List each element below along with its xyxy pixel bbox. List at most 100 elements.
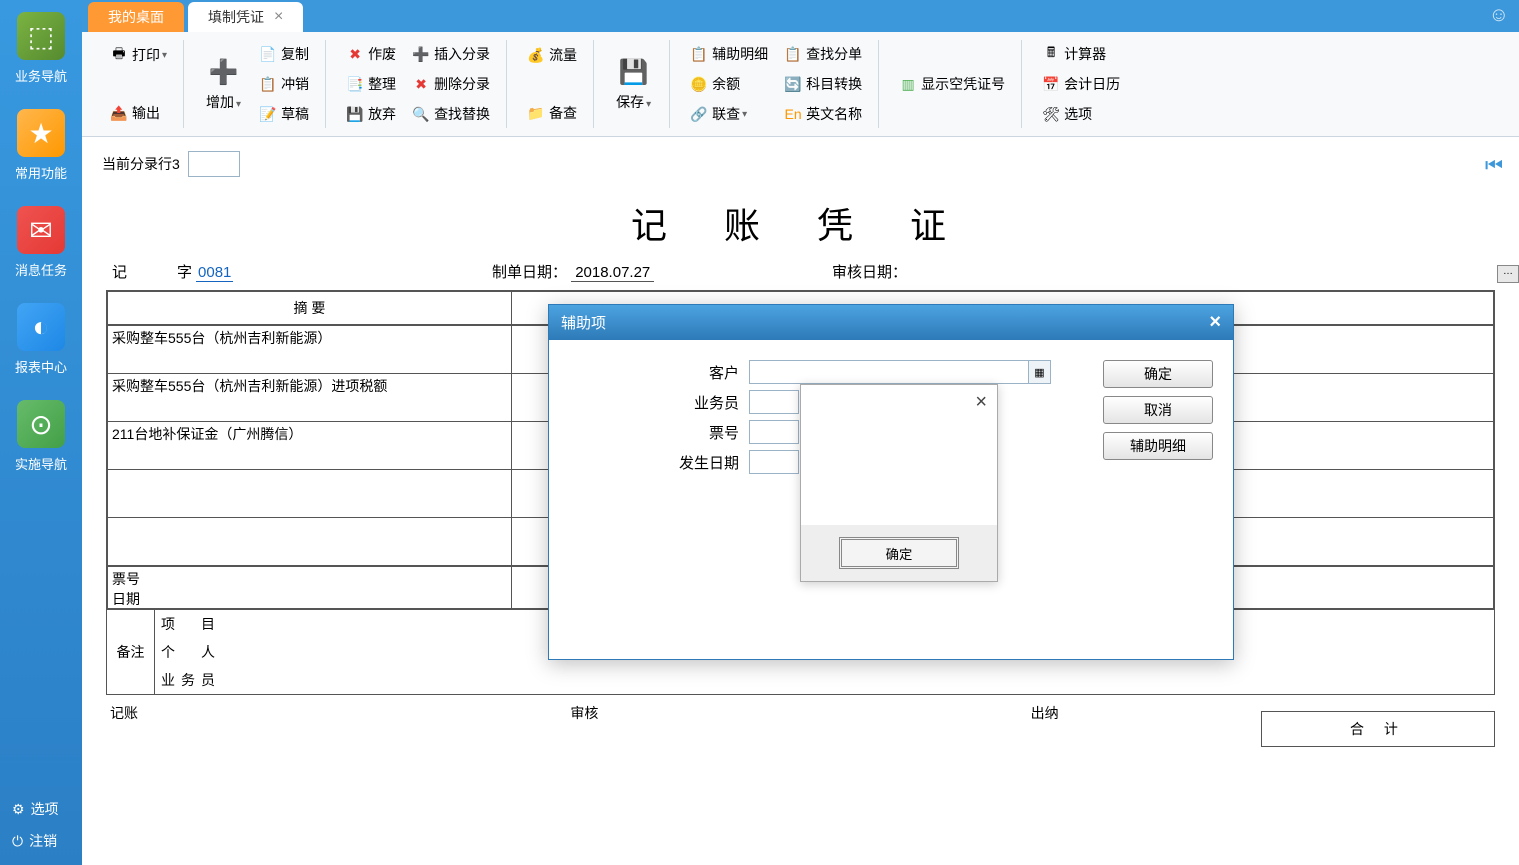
customer-picker-button[interactable]: ▦: [1029, 360, 1051, 384]
copy-button[interactable]: 📄复制: [251, 40, 317, 68]
salesman-label: 业务员: [569, 392, 749, 413]
col-summary-header: 摘 要: [108, 292, 512, 324]
chevron-down-icon: ▾: [742, 109, 747, 120]
insert-icon: ➕: [412, 45, 430, 63]
insert-entry-button[interactable]: ➕插入分录: [404, 40, 498, 68]
logout-button[interactable]: ⏻ 注销: [8, 825, 74, 857]
sidebar-item-implement[interactable]: ⊙ 实施导航: [0, 388, 82, 485]
void-icon: ✖: [346, 45, 364, 63]
tab-label: 我的桌面: [108, 7, 164, 27]
summary-cell[interactable]: 采购整车555台（杭州吉利新能源）: [108, 326, 512, 373]
salesman-input[interactable]: [749, 390, 799, 414]
nav-first-icon[interactable]: ⏮: [1485, 155, 1503, 178]
voucher-number[interactable]: 0081: [196, 264, 233, 282]
ticket-input[interactable]: [749, 420, 799, 444]
save-button[interactable]: 💾保存▾: [606, 50, 661, 118]
compass-icon: ⊙: [17, 400, 65, 448]
cancel-button[interactable]: 取消: [1103, 396, 1213, 424]
aux-detail-button[interactable]: 辅助明细: [1103, 432, 1213, 460]
calculator-button[interactable]: 🖩计算器: [1034, 40, 1128, 68]
close-icon[interactable]: ×: [1209, 311, 1221, 334]
options-button[interactable]: ⚙ 选项: [8, 793, 74, 825]
sign-book: 记账: [110, 703, 570, 723]
dialog-title-text: 辅助项: [561, 312, 606, 333]
chevron-down-icon: ▾: [236, 99, 241, 110]
offset-icon: 📋: [259, 75, 277, 93]
en-icon: En: [784, 105, 802, 123]
subject-convert-button[interactable]: 🔄科目转换: [776, 70, 870, 98]
mail-icon: ✉: [17, 206, 65, 254]
list-icon: 📋: [690, 45, 708, 63]
flow-icon: 💰: [527, 46, 545, 64]
offset-button[interactable]: 📋冲销: [251, 70, 317, 98]
balance-button[interactable]: 🪙余额: [682, 70, 776, 98]
ribbon-options-button[interactable]: 🛠选项: [1034, 100, 1128, 128]
page-title: 记 账 凭 证: [102, 197, 1499, 249]
dialog-titlebar[interactable]: 辅助项 ×: [549, 305, 1233, 340]
occur-date-input[interactable]: [749, 450, 799, 474]
sidebar-bottom: ⚙ 选项 ⏻ 注销: [0, 785, 82, 865]
summary-cell[interactable]: 211台地补保证金（广州腾信）: [108, 422, 512, 469]
occur-date-label: 发生日期: [569, 452, 749, 473]
save-disk-icon: 💾: [346, 105, 364, 123]
aux-detail-button[interactable]: 📋辅助明细: [682, 40, 776, 68]
memo-button[interactable]: 📁备查: [519, 99, 585, 127]
tidy-button[interactable]: 📑整理: [338, 70, 404, 98]
voucher-prefix-left: 记: [112, 261, 127, 282]
coins-icon: 🪙: [690, 75, 708, 93]
options-label: 选项: [31, 799, 59, 819]
biznav-icon: ⬚: [17, 12, 65, 60]
find-replace-button[interactable]: 🔍查找替换: [404, 100, 498, 128]
find-split-button[interactable]: 📋查找分单: [776, 40, 870, 68]
summary-cell[interactable]: 采购整车555台（杭州吉利新能源）进项税额: [108, 374, 512, 421]
ticket-no-label: 票号: [112, 569, 507, 589]
show-empty-button[interactable]: ▥显示空凭证号: [891, 70, 1013, 98]
customer-input[interactable]: [749, 360, 1029, 384]
sidebar-item-messages[interactable]: ✉ 消息任务: [0, 194, 82, 291]
convert-icon: 🔄: [784, 75, 802, 93]
tab-voucher[interactable]: 填制凭证 ×: [188, 2, 303, 32]
abandon-button[interactable]: 💾放弃: [338, 100, 404, 128]
popup-ok-button[interactable]: 确定: [839, 537, 959, 569]
sidebar-item-reports[interactable]: ◐ 报表中心: [0, 291, 82, 388]
add-icon: ➕: [208, 56, 240, 88]
draft-button[interactable]: 📝草稿: [251, 100, 317, 128]
close-icon[interactable]: ×: [274, 8, 283, 26]
calendar-button[interactable]: 📅会计日历: [1034, 70, 1128, 98]
tab-desktop[interactable]: 我的桌面: [88, 2, 184, 32]
sidebar-label: 业务导航: [15, 66, 67, 85]
delete-icon: ✖: [412, 75, 430, 93]
summary-cell[interactable]: [108, 470, 512, 517]
english-name-button[interactable]: En英文名称: [776, 100, 870, 128]
voucher-header: 记 字 0081 制单日期： 2018.07.27 审核日期：: [102, 261, 1499, 290]
void-button[interactable]: ✖作废: [338, 40, 404, 68]
folder-icon: 📁: [527, 104, 545, 122]
print-button[interactable]: 🖶打印▾: [102, 41, 175, 69]
flow-button[interactable]: 💰流量: [519, 41, 585, 69]
draft-icon: 📝: [259, 105, 277, 123]
delete-entry-button[interactable]: ✖删除分录: [404, 70, 498, 98]
smiley-icon[interactable]: ☺: [1489, 4, 1509, 27]
search-icon: 🔍: [412, 105, 430, 123]
add-button[interactable]: ➕增加▾: [196, 50, 251, 118]
entry-row-input[interactable]: [188, 151, 240, 177]
logout-label: 注销: [29, 831, 57, 851]
sidebar-item-biznav[interactable]: ⬚ 业务导航: [0, 0, 82, 97]
ok-button[interactable]: 确定: [1103, 360, 1213, 388]
copy-icon: 📄: [259, 45, 277, 63]
link-query-button[interactable]: 🔗联查▾: [682, 100, 776, 128]
sidebar-item-favorites[interactable]: ★ 常用功能: [0, 97, 82, 194]
dropdown-popup: × 确定: [800, 384, 998, 582]
audit-date-label: 审核日期：: [832, 264, 907, 281]
save-icon: 💾: [618, 56, 650, 88]
remarks-label: 备注: [107, 610, 155, 694]
summary-cell[interactable]: [108, 518, 512, 565]
calendar-icon: 📅: [1042, 75, 1060, 93]
expand-button[interactable]: …: [1497, 265, 1519, 283]
calculator-icon: 🖩: [1042, 45, 1060, 63]
date-value[interactable]: 2018.07.27: [571, 264, 654, 282]
export-button[interactable]: 📤输出: [102, 99, 175, 127]
close-icon[interactable]: ×: [975, 391, 987, 414]
ribbon-toolbar: 🖶打印▾ 📤输出 ➕增加▾ 📄复制 📋冲销 📝草稿 ✖作废 📑整理 💾放弃: [82, 32, 1519, 137]
sign-audit: 审核: [570, 703, 1030, 723]
